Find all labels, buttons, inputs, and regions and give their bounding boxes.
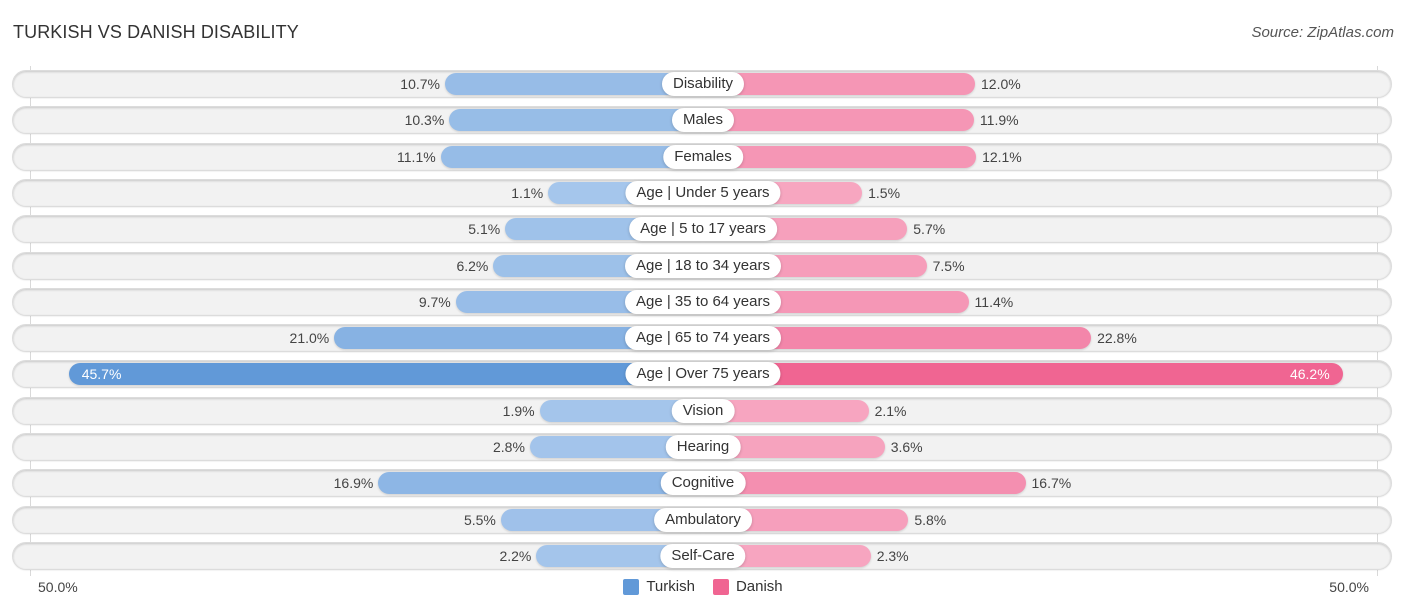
bar-danish[interactable] bbox=[703, 472, 1026, 495]
value-label-turkish: 11.1% bbox=[397, 148, 436, 165]
value-label-danish: 11.4% bbox=[974, 293, 1014, 310]
category-label: Females bbox=[663, 144, 743, 169]
category-label: Self-Care bbox=[660, 543, 746, 568]
value-label-turkish: 1.9% bbox=[502, 402, 535, 419]
value-label-turkish: 16.9% bbox=[333, 475, 374, 492]
value-label-turkish: 2.8% bbox=[492, 439, 525, 455]
category-label: Vision bbox=[671, 398, 735, 423]
category-label: Disability bbox=[661, 72, 745, 96]
value-label-danish: 12.1% bbox=[982, 148, 1022, 165]
bar-danish[interactable] bbox=[703, 363, 1343, 386]
bar-turkish[interactable] bbox=[68, 363, 703, 386]
legend-label-danish: Danish bbox=[735, 578, 783, 595]
value-label-turkish: 6.2% bbox=[456, 257, 489, 274]
category-label: Age | 65 to 74 years bbox=[625, 326, 781, 351]
value-label-danish: 2.3% bbox=[876, 547, 909, 564]
value-label-turkish: 45.7% bbox=[81, 366, 122, 383]
value-label-turkish: 9.7% bbox=[418, 293, 451, 310]
category-label: Age | 5 to 17 years bbox=[629, 217, 777, 242]
value-label-turkish: 21.0% bbox=[289, 330, 330, 347]
legend-label-turkish: Turkish bbox=[646, 578, 695, 595]
value-label-turkish: 10.3% bbox=[404, 112, 445, 129]
value-label-turkish: 5.5% bbox=[463, 511, 496, 528]
value-label-danish: 5.8% bbox=[914, 511, 947, 528]
value-label-danish: 46.2% bbox=[1289, 366, 1330, 383]
bar-danish[interactable] bbox=[703, 145, 977, 168]
category-label: Hearing bbox=[665, 435, 741, 459]
value-label-danish: 3.6% bbox=[890, 439, 923, 455]
value-label-danish: 11.9% bbox=[979, 112, 1019, 129]
legend-item-turkish[interactable]: Turkish bbox=[623, 578, 695, 595]
legend-item-danish[interactable]: Danish bbox=[712, 578, 783, 595]
category-label: Age | 35 to 64 years bbox=[625, 289, 781, 314]
value-label-turkish: 2.2% bbox=[499, 547, 532, 564]
legend-swatch-turkish bbox=[623, 578, 640, 595]
value-label-danish: 12.0% bbox=[981, 76, 1021, 92]
value-label-turkish: 10.7% bbox=[400, 76, 440, 92]
legend: Turkish Danish bbox=[0, 578, 1406, 595]
value-label-turkish: 1.1% bbox=[511, 184, 544, 201]
diverging-bar-chart: 10.7% 12.0% Disability 10.3% 11.9% Males 11.1%… bbox=[0, 0, 1406, 612]
value-label-danish: 1.5% bbox=[868, 184, 901, 201]
category-label: Age | Under 5 years bbox=[625, 180, 781, 205]
value-label-danish: 7.5% bbox=[932, 257, 965, 274]
bar-danish[interactable] bbox=[703, 109, 974, 132]
legend-swatch-danish bbox=[712, 578, 729, 595]
category-label: Ambulatory bbox=[654, 507, 752, 532]
value-label-danish: 22.8% bbox=[1097, 330, 1137, 347]
value-label-turkish: 5.1% bbox=[468, 221, 501, 238]
value-label-danish: 5.7% bbox=[913, 221, 946, 238]
bar-turkish[interactable] bbox=[449, 109, 703, 132]
category-label: Males bbox=[671, 108, 735, 133]
category-label: Age | 18 to 34 years bbox=[625, 253, 781, 278]
category-label: Age | Over 75 years bbox=[625, 362, 781, 387]
value-label-danish: 2.1% bbox=[874, 402, 907, 419]
category-label: Cognitive bbox=[660, 471, 746, 496]
value-label-danish: 16.7% bbox=[1031, 475, 1072, 492]
bar-turkish[interactable] bbox=[378, 472, 703, 495]
